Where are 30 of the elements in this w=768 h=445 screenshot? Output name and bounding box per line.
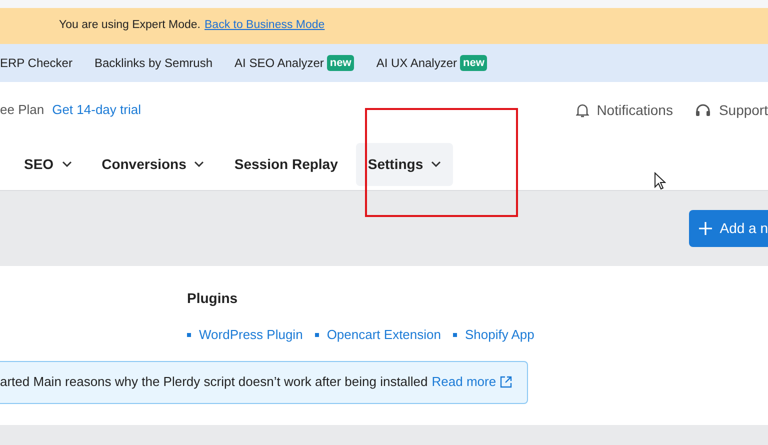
tool-link[interactable]: AI SEO Analyzer [234,54,324,72]
tool-link[interactable]: ERP Checker [0,54,72,72]
bullet-icon [453,332,457,337]
tool-link[interactable]: AI UX Analyzer [376,54,458,72]
nav-tab[interactable]: SEO [12,142,84,186]
bell-icon [576,102,589,118]
headset-icon [694,102,711,118]
new-badge: new [326,54,354,72]
plugin-link[interactable]: Opencart Extension [326,325,441,344]
new-badge: new [460,54,488,72]
business-mode-link[interactable]: Back to Business Mode [204,17,325,35]
header-link[interactable]: Notifications [576,100,673,120]
plugin-link[interactable]: WordPress Plugin [199,325,303,344]
read-more-link[interactable]: Read more [432,372,512,392]
banner-text: You are using Expert Mode. [59,18,200,34]
nav-tab[interactable]: Settings [356,142,454,186]
nav-tab[interactable]: Conversions [90,142,216,186]
trial-link[interactable]: Get 14-day trial [52,100,141,120]
header-link[interactable]: Support [694,100,768,120]
plan-label: ee Plan [0,101,44,120]
bullet-icon [187,332,191,337]
section-title: Plugins [187,289,239,308]
notice-text: arted Main reasons why the Plerdy script doesn’t work after being installed [0,373,428,392]
plugin-link[interactable]: Shopify App [465,325,534,344]
plus-icon [698,222,712,235]
nav-tab[interactable]: Session Replay [222,142,350,186]
bullet-icon [314,332,319,337]
add-button[interactable]: Add a n [688,210,768,247]
external-link-icon [500,376,512,388]
tool-link[interactable]: Backlinks by Semrush [94,54,213,72]
